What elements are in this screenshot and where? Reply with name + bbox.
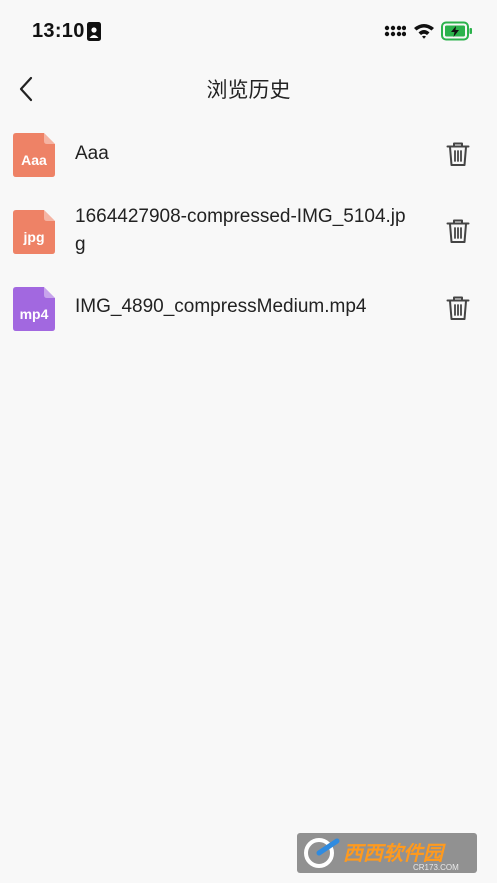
status-time: 13:10: [32, 20, 85, 42]
cellular-signal-icon: [384, 24, 407, 43]
page-title: 浏览历史: [206, 78, 291, 102]
file-list-item[interactable]: jpg 1664427908-compressed-IMG_5104.jpg: [0, 193, 497, 269]
file-list-item[interactable]: mp4 IMG_4890_compressMedium.mp4: [0, 269, 497, 347]
delete-button[interactable]: [446, 141, 470, 167]
watermark-logo: 西西软件园 CR173.COM: [297, 833, 477, 873]
file-image-icon: jpg: [13, 210, 55, 254]
file-name: 1664427908-compressed-IMG_5104.jpg: [75, 206, 406, 255]
file-text-icon: Aaa: [13, 133, 55, 177]
file-type-label: Aaa: [21, 152, 47, 168]
file-type-label: jpg: [23, 229, 45, 245]
wifi-icon: [413, 22, 435, 44]
status-bar: 13:10: [0, 0, 497, 62]
trash-icon: [446, 296, 470, 320]
trash-icon: [446, 219, 470, 243]
trash-icon: [446, 142, 470, 166]
watermark-subtext: CR173.COM: [413, 863, 459, 872]
file-list-item[interactable]: Aaa Aaa: [0, 115, 497, 193]
file-video-icon: mp4: [13, 287, 55, 331]
delete-button[interactable]: [446, 218, 470, 244]
battery-charging-icon: [441, 21, 473, 46]
navigation-bar: 浏览历史: [0, 62, 497, 114]
file-type-label: mp4: [19, 306, 49, 322]
watermark-text: 西西软件园: [343, 841, 446, 865]
delete-button[interactable]: [446, 295, 470, 321]
sim-card-icon: [87, 22, 101, 46]
file-name: IMG_4890_compressMedium.mp4: [75, 296, 367, 317]
file-name: Aaa: [75, 143, 109, 164]
